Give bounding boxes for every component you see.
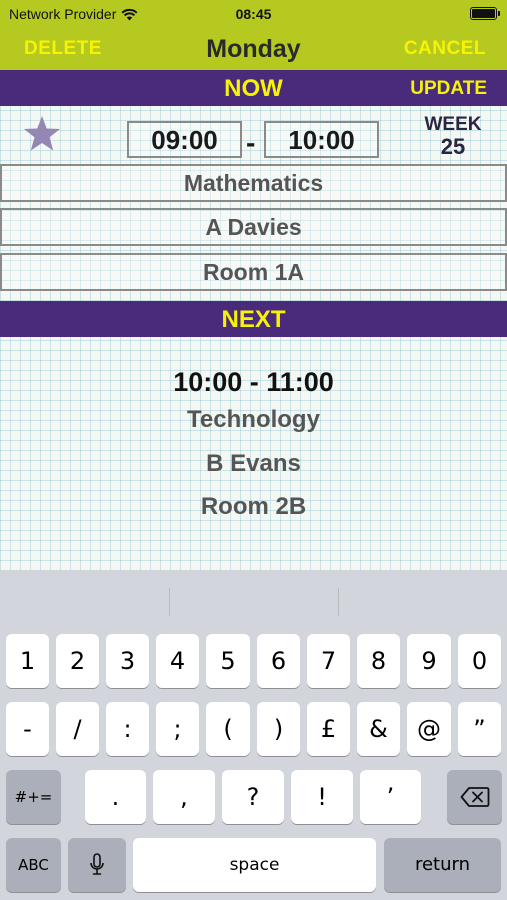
key-semicolon[interactable]: ; — [156, 702, 199, 756]
key-slash[interactable]: / — [56, 702, 99, 756]
next-time: 10:00 - 11:00 — [173, 367, 334, 397]
nav-bar: DELETE Monday CANCEL — [0, 28, 507, 70]
cancel-button[interactable]: CANCEL — [404, 38, 486, 60]
dictation-key[interactable] — [68, 838, 126, 892]
backspace-key[interactable] — [447, 770, 502, 824]
keyboard: 1 2 3 4 5 6 7 8 9 0 - / : ; ( ) £ & @ ” … — [0, 570, 507, 900]
key-ampersand[interactable]: & — [357, 702, 400, 756]
next-teacher: B Evans — [206, 450, 301, 477]
suggestion-bar — [0, 570, 507, 626]
key-at[interactable]: @ — [407, 702, 451, 756]
key-9[interactable]: 9 — [407, 634, 451, 688]
backspace-icon — [460, 787, 489, 807]
battery-icon — [470, 7, 500, 20]
symbols-key[interactable]: #+= — [6, 770, 61, 824]
week-number: 25 — [440, 134, 466, 159]
key-comma[interactable]: , — [153, 770, 215, 824]
space-key[interactable]: space — [133, 838, 376, 892]
status-time: 08:45 — [235, 6, 272, 22]
week-indicator: WEEK 25 — [416, 114, 490, 158]
microphone-icon — [90, 853, 104, 875]
key-6[interactable]: 6 — [257, 634, 300, 688]
subject-field[interactable]: Mathematics — [0, 164, 507, 202]
end-time-field[interactable]: 10:00 — [264, 121, 379, 158]
key-hyphen[interactable]: - — [6, 702, 49, 756]
week-label: WEEK — [424, 114, 482, 135]
key-colon[interactable]: : — [106, 702, 149, 756]
key-0[interactable]: 0 — [458, 634, 501, 688]
suggestion-divider — [169, 588, 170, 616]
key-exclaim[interactable]: ! — [291, 770, 353, 824]
key-1[interactable]: 1 — [6, 634, 49, 688]
key-5[interactable]: 5 — [206, 634, 250, 688]
key-7[interactable]: 7 — [307, 634, 350, 688]
key-close-paren[interactable]: ) — [257, 702, 300, 756]
delete-button[interactable]: DELETE — [24, 38, 102, 60]
key-pound[interactable]: £ — [307, 702, 350, 756]
return-key[interactable]: return — [384, 838, 501, 892]
next-subject: Technology — [187, 406, 320, 433]
start-time-field[interactable]: 09:00 — [127, 121, 242, 158]
key-open-paren[interactable]: ( — [206, 702, 250, 756]
key-2[interactable]: 2 — [56, 634, 99, 688]
key-period[interactable]: . — [85, 770, 146, 824]
next-room: Room 2B — [200, 493, 307, 520]
key-4[interactable]: 4 — [156, 634, 199, 688]
status-bar: Network Provider 08:45 — [0, 0, 507, 28]
time-separator: - — [246, 127, 256, 158]
key-question[interactable]: ? — [222, 770, 284, 824]
abc-key[interactable]: ABC — [6, 838, 61, 892]
key-quote[interactable]: ” — [458, 702, 501, 756]
suggestion-divider — [338, 588, 339, 616]
key-3[interactable]: 3 — [106, 634, 149, 688]
update-button[interactable]: UPDATE — [410, 78, 487, 100]
next-header: NEXT — [0, 301, 507, 337]
room-field[interactable]: Room 1A — [0, 253, 507, 291]
key-apostrophe[interactable]: ’ — [360, 770, 421, 824]
star-icon[interactable] — [22, 114, 62, 154]
teacher-field[interactable]: A Davies — [0, 208, 507, 246]
key-8[interactable]: 8 — [357, 634, 400, 688]
now-header: NOW UPDATE — [0, 70, 507, 106]
next-label: NEXT — [221, 306, 286, 333]
favourite-star-icon — [24, 116, 60, 151]
